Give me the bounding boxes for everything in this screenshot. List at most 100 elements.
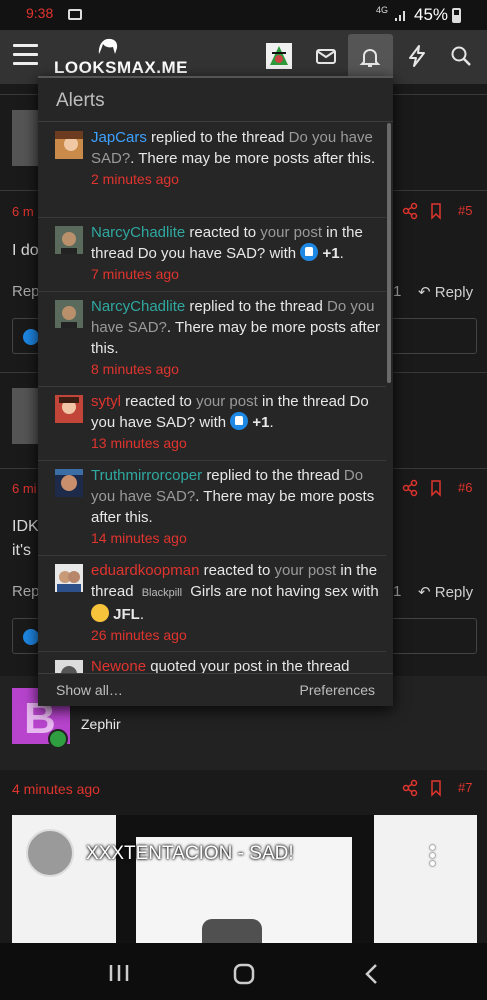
like-icon bbox=[23, 329, 39, 345]
alert-action: replied to the thread bbox=[206, 467, 340, 484]
embedded-video[interactable]: XXXTENTACION - SAD! bbox=[12, 815, 477, 943]
alert-username[interactable]: eduardkoopman bbox=[91, 562, 199, 579]
username[interactable]: Zephir bbox=[81, 716, 121, 732]
post-number[interactable]: #7 bbox=[458, 780, 472, 795]
alert-action: reacted to bbox=[125, 393, 192, 410]
alert-time[interactable]: 7 minutes ago bbox=[91, 264, 381, 285]
alert-username[interactable]: NarcyChadlite bbox=[91, 224, 185, 241]
search-icon[interactable] bbox=[449, 44, 473, 68]
bell-icon bbox=[359, 48, 381, 67]
mail-icon[interactable] bbox=[314, 44, 338, 68]
share-bookmark-icons[interactable] bbox=[402, 202, 442, 220]
alerts-dropdown: Alerts JapCars replied to the thread Do … bbox=[38, 76, 393, 706]
battery-icon bbox=[452, 8, 461, 23]
gallery-icon bbox=[68, 9, 82, 20]
system-navigation-bar bbox=[0, 943, 487, 1000]
alerts-footer: Show all… Preferences bbox=[38, 673, 393, 708]
user-avatar[interactable] bbox=[55, 300, 83, 328]
alert-username[interactable]: JapCars bbox=[91, 129, 147, 146]
alert-username[interactable]: Truthmirrorcoper bbox=[91, 467, 202, 484]
alert-time[interactable]: 13 minutes ago bbox=[91, 433, 381, 454]
alert-action: replied to the thread bbox=[151, 129, 285, 146]
share-bookmark-icons[interactable] bbox=[402, 779, 442, 797]
alert-action: reacted to bbox=[189, 224, 257, 241]
preferences-link[interactable]: Preferences bbox=[300, 682, 375, 698]
alert-rest: Girls are not having sex with bbox=[190, 583, 379, 600]
user-avatar[interactable] bbox=[266, 43, 292, 69]
back-icon[interactable] bbox=[362, 962, 382, 986]
post-body: IDK bbox=[12, 518, 39, 535]
alert-time[interactable]: 8 minutes ago bbox=[91, 359, 381, 380]
reply-partial[interactable]: Rep bbox=[12, 283, 40, 300]
reply-button[interactable]: ↶ Reply bbox=[418, 283, 473, 301]
post-body: I do bbox=[12, 242, 39, 259]
more-options-icon[interactable] bbox=[430, 845, 436, 867]
user-avatar[interactable] bbox=[55, 226, 83, 254]
play-button[interactable] bbox=[202, 919, 262, 943]
laugh-reaction-icon bbox=[91, 604, 109, 622]
alert-time[interactable]: 2 minutes ago bbox=[91, 169, 381, 190]
alert-item[interactable]: Truthmirrorcoper replied to the thread D… bbox=[38, 461, 386, 556]
post-number[interactable]: #6 bbox=[458, 480, 472, 495]
status-bar: 9:38 4G 45% bbox=[0, 0, 487, 30]
signal-icon bbox=[395, 11, 405, 21]
alert-username[interactable]: Newone bbox=[91, 658, 146, 673]
show-all-link[interactable]: Show all… bbox=[56, 682, 123, 698]
alert-username[interactable]: sytyl bbox=[91, 393, 121, 410]
alert-item[interactable]: NarcyChadlite reacted to your post in th… bbox=[38, 218, 386, 292]
home-icon[interactable] bbox=[232, 962, 256, 986]
user-avatar[interactable] bbox=[55, 131, 83, 159]
reply-button[interactable]: ↶ Reply bbox=[418, 583, 473, 601]
battery-percent: 45% bbox=[414, 5, 449, 24]
alert-post-link[interactable]: your post bbox=[274, 562, 336, 579]
post-number[interactable]: #5 bbox=[458, 203, 472, 218]
alert-item[interactable]: sytyl reacted to your post in the thread… bbox=[38, 387, 386, 461]
menu-icon[interactable] bbox=[13, 44, 38, 66]
alert-action: quoted your post in the thread bbox=[150, 658, 350, 673]
alert-item[interactable]: NarcyChadlite replied to the thread Do y… bbox=[38, 292, 386, 387]
post-time[interactable]: 4 minutes ago bbox=[12, 781, 100, 797]
reaction-count: 1 bbox=[393, 283, 402, 300]
recent-apps-icon[interactable] bbox=[108, 963, 130, 983]
network-type: 4G bbox=[376, 5, 389, 15]
alerts-scrollbar[interactable] bbox=[387, 123, 391, 383]
whats-new-icon[interactable] bbox=[405, 44, 429, 68]
user-avatar[interactable] bbox=[55, 469, 83, 497]
post-body: it's bbox=[12, 542, 32, 559]
alert-post-link[interactable]: your post bbox=[196, 393, 258, 410]
thread-prefix: Blackpill bbox=[137, 587, 187, 599]
alert-item[interactable]: Newone quoted your post in the thread bbox=[38, 652, 386, 673]
alert-item[interactable]: eduardkoopman reacted to your post in th… bbox=[38, 556, 386, 652]
site-logo[interactable]: LOOKSMAX.ME bbox=[54, 36, 187, 80]
user-avatar[interactable] bbox=[55, 564, 83, 592]
alert-reaction: +1 bbox=[322, 245, 340, 262]
alert-action: reacted to bbox=[203, 562, 271, 579]
reply-partial[interactable]: Rep bbox=[12, 583, 40, 600]
alert-tail: . There may be more posts after this. bbox=[130, 150, 376, 167]
like-reaction-icon bbox=[230, 412, 249, 430]
share-bookmark-icons[interactable] bbox=[402, 479, 442, 497]
like-icon bbox=[23, 629, 39, 645]
user-avatar[interactable] bbox=[55, 660, 83, 673]
online-status-icon bbox=[48, 729, 68, 749]
alert-username[interactable]: NarcyChadlite bbox=[91, 298, 185, 315]
alert-time[interactable]: 26 minutes ago bbox=[91, 625, 381, 646]
alert-action: replied to the thread bbox=[189, 298, 323, 315]
logo-hair-icon bbox=[98, 38, 118, 54]
post-time[interactable]: 6 mi bbox=[12, 481, 37, 496]
video-title[interactable]: XXXTENTACION - SAD! bbox=[86, 843, 294, 865]
alert-time[interactable]: 14 minutes ago bbox=[91, 528, 381, 549]
alerts-list[interactable]: JapCars replied to the thread Do you hav… bbox=[38, 123, 393, 673]
post-time[interactable]: 6 m bbox=[12, 204, 34, 219]
alert-reaction: +1 bbox=[252, 414, 270, 431]
clock: 9:38 bbox=[26, 5, 54, 21]
alert-reaction: JFL bbox=[113, 606, 140, 623]
alerts-title: Alerts bbox=[38, 78, 393, 122]
alert-post-link[interactable]: your post bbox=[260, 224, 322, 241]
channel-avatar[interactable] bbox=[26, 829, 74, 877]
user-avatar[interactable] bbox=[55, 395, 83, 423]
alert-item[interactable]: JapCars replied to the thread Do you hav… bbox=[38, 123, 386, 218]
like-reaction-icon bbox=[300, 243, 319, 261]
logo-text: LOOKSMAX.ME bbox=[54, 58, 188, 77]
reaction-count: 1 bbox=[393, 583, 402, 600]
